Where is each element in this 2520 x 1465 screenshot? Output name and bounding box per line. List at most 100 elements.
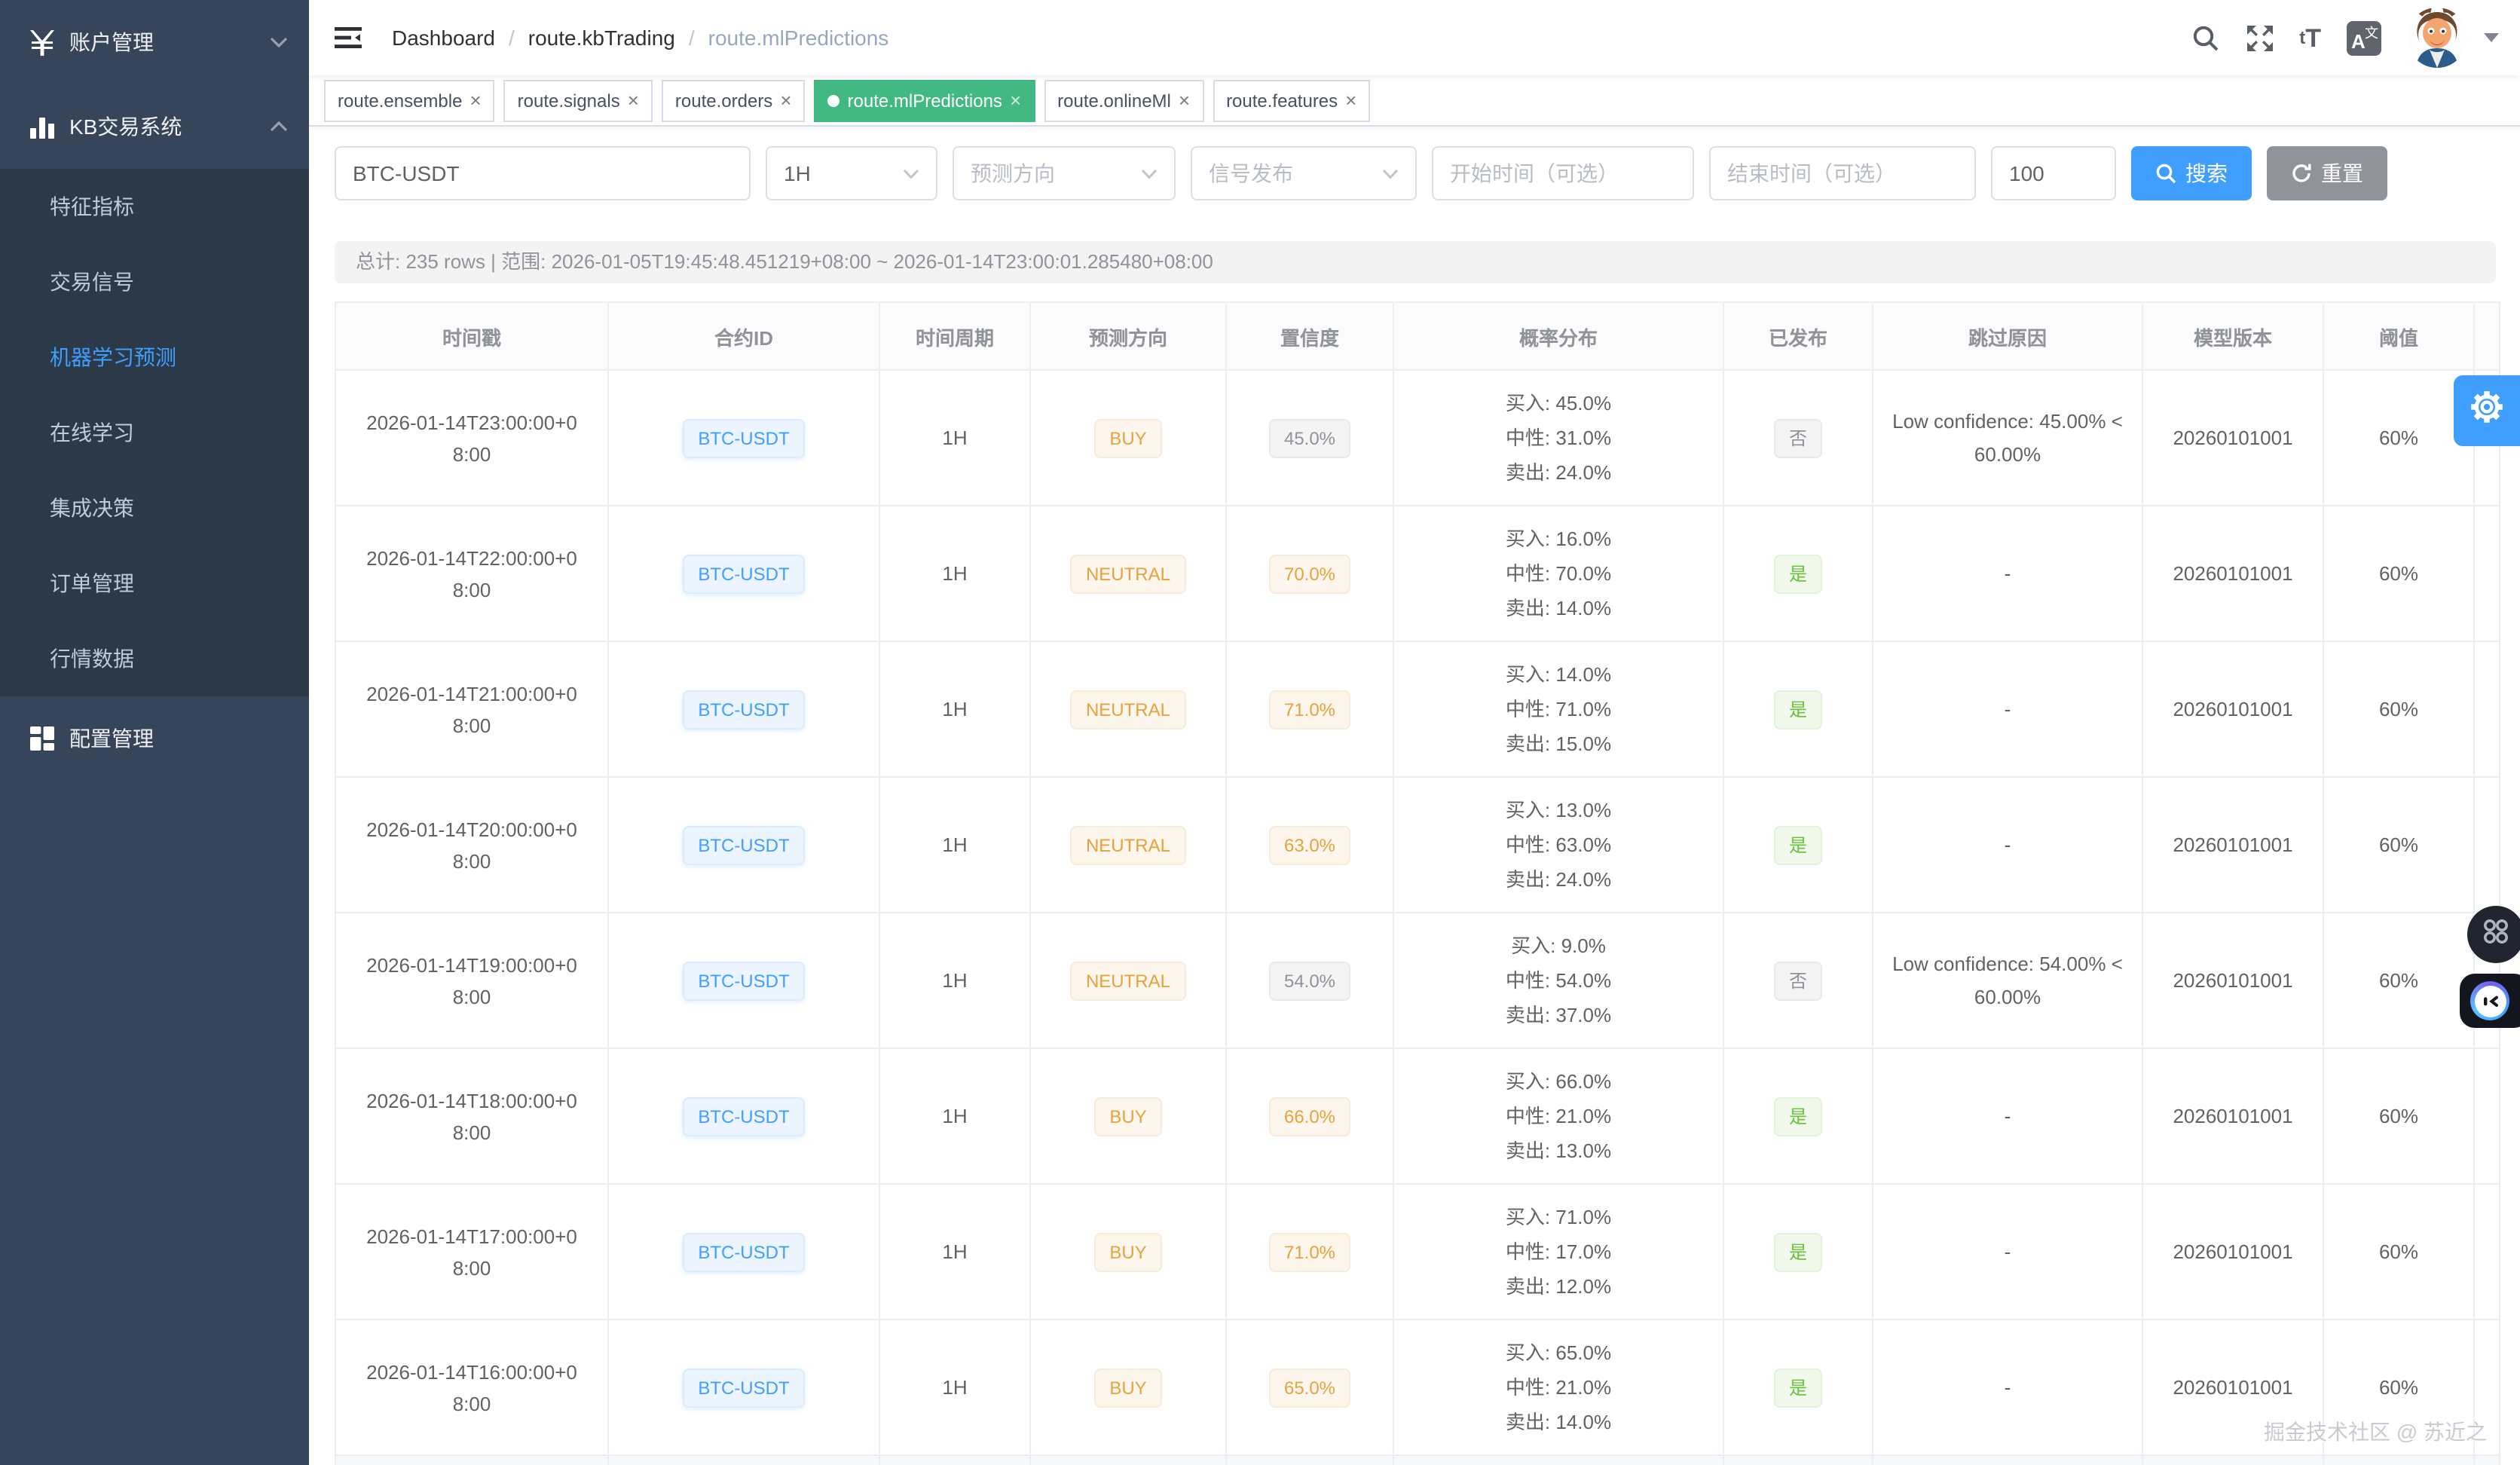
active-dot	[828, 94, 840, 106]
cell-contract: BTC-USDT	[608, 506, 879, 641]
sidebar-item-market-data[interactable]: 行情数据	[0, 621, 309, 696]
close-icon[interactable]: ×	[1345, 90, 1356, 110]
search-button[interactable]: 搜索	[2131, 146, 2252, 200]
breadcrumb-item-dashboard[interactable]: Dashboard	[392, 26, 495, 50]
threshold-text: 60%	[2379, 1376, 2418, 1399]
reset-button[interactable]: 重置	[2267, 146, 2387, 200]
avatar[interactable]	[2407, 8, 2467, 68]
cell-timestamp: 2026-01-14T20:00:00+08:00	[335, 777, 608, 913]
chevron-down-icon[interactable]	[2484, 33, 2499, 42]
tab-online-ml[interactable]: route.onlineMl×	[1044, 79, 1203, 121]
scrollbar-gutter	[2474, 1048, 2500, 1184]
refresh-icon	[2291, 163, 2312, 184]
close-icon[interactable]: ×	[1179, 90, 1190, 110]
direction-tag: NEUTRAL	[1071, 690, 1185, 729]
cell-probabilities: 买入: 14.0%中性: 71.0%卖出: 15.0%	[1393, 641, 1723, 777]
cell-threshold	[2323, 1455, 2474, 1465]
cell-period: 1H	[879, 913, 1030, 1048]
direction-tag: NEUTRAL	[1071, 554, 1185, 593]
search-icon[interactable]	[2191, 23, 2219, 52]
model-version-text: 20260101001	[2173, 1240, 2292, 1263]
limit-input[interactable]	[1991, 146, 2116, 200]
direction-select-value: 预测方向	[971, 158, 1055, 188]
model-version-text: 20260101001	[2173, 1105, 2292, 1127]
tab-label: route.features	[1226, 90, 1338, 111]
probability-line: 卖出: 24.0%	[1409, 862, 1708, 897]
tab-signals[interactable]: route.signals ×	[504, 79, 653, 121]
sidebar-item-features[interactable]: 特征指标	[0, 169, 309, 244]
tab-ml-predictions[interactable]: route.mlPredictions×	[815, 79, 1035, 121]
probability-line: 中性: 63.0%	[1409, 827, 1708, 862]
cell-timestamp: 2026-01-14T21:00:00+08:00	[335, 641, 608, 777]
sidebar-item-label: KB交易系统	[69, 112, 270, 142]
cell-probabilities: 买入: 71.0%中性: 17.0%卖出: 12.0%	[1393, 1184, 1723, 1320]
column-header-probabilities: 概率分布	[1393, 302, 1723, 370]
sidebar-item-kb-trading[interactable]: KB交易系统	[0, 84, 309, 169]
translate-icon[interactable]: A文	[2347, 20, 2381, 55]
probability-line: 买入: 45.0%	[1409, 386, 1708, 421]
contract-tag: BTC-USDT	[683, 961, 804, 1000]
model-version-text: 20260101001	[2173, 698, 2292, 720]
column-header-direction: 预测方向	[1030, 302, 1226, 370]
sidebar-item-ensemble[interactable]: 集成决策	[0, 470, 309, 546]
publish-select[interactable]: 信号发布	[1191, 146, 1417, 200]
sidebar-item-orders[interactable]: 订单管理	[0, 546, 309, 621]
end-time-input[interactable]	[1709, 146, 1976, 200]
start-time-input[interactable]	[1432, 146, 1694, 200]
tab-orders[interactable]: route.orders×	[662, 79, 806, 121]
sidebar-toggle-icon[interactable]	[335, 26, 362, 50]
tab-features[interactable]: route.features ×	[1213, 79, 1370, 121]
cell-published: 是	[1723, 641, 1873, 777]
apps-icon	[2479, 914, 2512, 955]
confidence-tag: 63.0%	[1269, 825, 1350, 864]
scrollbar-gutter	[2474, 506, 2500, 641]
cell-skip_reason: -	[1873, 1320, 2142, 1455]
cell-skip_reason	[1873, 1455, 2142, 1465]
cell-confidence: 54.0%	[1226, 913, 1393, 1048]
close-icon[interactable]: ×	[469, 90, 481, 110]
tab-ensemble[interactable]: route.ensemble×	[324, 79, 495, 121]
threshold-text: 60%	[2379, 969, 2418, 992]
apps-widget-button[interactable]	[2467, 906, 2520, 963]
published-tag: 是	[1774, 825, 1822, 864]
period-text: 1H	[942, 1240, 967, 1263]
sidebar-item-signals[interactable]: 交易信号	[0, 244, 309, 320]
cell-confidence: 71.0%	[1226, 641, 1393, 777]
assistant-widget-button[interactable]	[2460, 974, 2520, 1028]
close-icon[interactable]: ×	[780, 90, 791, 110]
column-header-confidence: 置信度	[1226, 302, 1393, 370]
cell-confidence: 70.0%	[1226, 506, 1393, 641]
direction-select[interactable]: 预测方向	[953, 146, 1176, 200]
sidebar-item-config[interactable]: 配置管理	[0, 696, 309, 781]
breadcrumb-item-kb-trading[interactable]: route.kbTrading	[528, 26, 675, 50]
threshold-text: 60%	[2379, 427, 2418, 449]
cell-model_version: 20260101001	[2142, 370, 2323, 506]
column-header-skip_reason: 跳过原因	[1873, 302, 2142, 370]
symbol-input[interactable]	[335, 146, 751, 200]
confidence-tag: 71.0%	[1269, 1232, 1350, 1271]
timestamp-text: 2026-01-14T23:00:00+08:00	[351, 406, 592, 469]
table-row: 2026-01-14T22:00:00+08:00BTC-USDT1HNEUTR…	[335, 506, 2500, 641]
cell-confidence	[1226, 1455, 1393, 1465]
close-icon[interactable]: ×	[1010, 90, 1021, 110]
fullscreen-icon[interactable]	[2245, 23, 2274, 52]
tab-label: route.signals	[518, 90, 620, 111]
close-icon[interactable]: ×	[628, 90, 639, 110]
direction-tag: BUY	[1094, 1096, 1161, 1136]
breadcrumb-separator: /	[689, 26, 695, 50]
contract-tag: BTC-USDT	[683, 1368, 804, 1407]
settings-panel-button[interactable]	[2454, 375, 2520, 446]
sidebar-item-accounts[interactable]: 账户管理	[0, 0, 309, 84]
cell-period: 1H	[879, 506, 1030, 641]
sidebar-item-ml-predictions[interactable]: 机器学习预测	[0, 320, 309, 395]
cell-contract: BTC-USDT	[608, 913, 879, 1048]
probability-line: 中性: 71.0%	[1409, 692, 1708, 726]
cell-contract	[608, 1455, 879, 1465]
text-size-icon[interactable]: tT	[2299, 25, 2321, 50]
watermark: 掘金技术社区 @ 苏近之	[2264, 1417, 2487, 1447]
period-select[interactable]: 1H	[766, 146, 937, 200]
breadcrumb-separator: /	[509, 26, 515, 50]
sidebar-item-online-learning[interactable]: 在线学习	[0, 395, 309, 470]
cell-contract: BTC-USDT	[608, 1048, 879, 1184]
probability-line: 中性: 17.0%	[1409, 1234, 1708, 1269]
